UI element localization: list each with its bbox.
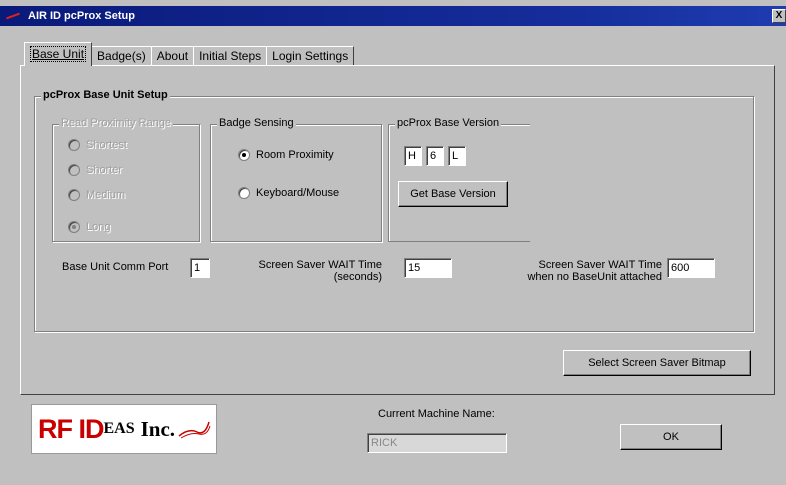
- wait-time-label-line2: (seconds): [333, 271, 382, 283]
- window-title: AIR ID pcProx Setup: [28, 10, 135, 22]
- radio-icon: [68, 164, 80, 176]
- machine-name-field: RICK: [367, 433, 507, 453]
- wait-time-field[interactable]: 15: [404, 258, 452, 278]
- setup-group-title: pcProx Base Unit Setup: [41, 89, 170, 101]
- app-icon: [6, 11, 22, 21]
- rfideas-logo: RF ID EAS Inc.: [31, 404, 217, 454]
- range-long-radio: Long: [68, 221, 110, 233]
- proximity-range-title: Read Proximity Range: [59, 117, 174, 129]
- base-version-title: pcProx Base Version: [395, 117, 502, 129]
- select-screen-saver-bitmap-button[interactable]: Select Screen Saver Bitmap: [563, 350, 751, 376]
- logo-rfid-text: RF ID: [38, 413, 104, 444]
- machine-name-label: Current Machine Name:: [378, 408, 495, 420]
- setup-dialog: AIR ID pcProx Setup X Base Unit Badge(s)…: [0, 0, 786, 485]
- wait-time-nobase-label-line2: when no BaseUnit attached: [527, 271, 662, 283]
- tab-badges[interactable]: Badge(s): [91, 46, 152, 66]
- wait-time-nobase-label: Screen Saver WAIT Time when no BaseUnit …: [480, 259, 662, 283]
- wait-time-label: Screen Saver WAIT Time (seconds): [226, 259, 382, 283]
- wait-time-nobase-field[interactable]: 600: [667, 258, 715, 278]
- badge-sensing-title: Badge Sensing: [217, 117, 296, 129]
- tab-strip: Base Unit Badge(s) About Initial Steps L…: [24, 42, 355, 66]
- tab-login-settings[interactable]: Login Settings: [266, 46, 355, 66]
- radio-icon: [68, 189, 80, 201]
- version-field-1[interactable]: H: [404, 146, 422, 166]
- radio-selected-icon: [68, 221, 80, 233]
- get-base-version-button[interactable]: Get Base Version: [398, 181, 508, 207]
- logo-inc-text: Inc.: [140, 416, 176, 441]
- version-field-2[interactable]: 6: [426, 146, 444, 166]
- tab-base-unit[interactable]: Base Unit: [24, 42, 93, 66]
- comm-port-label: Base Unit Comm Port: [62, 261, 169, 273]
- version-field-3[interactable]: L: [448, 146, 466, 166]
- tab-initial-steps[interactable]: Initial Steps: [193, 46, 268, 66]
- wait-time-label-line1: Screen Saver WAIT Time: [258, 259, 382, 271]
- badge-sensing-group: Badge Sensing: [210, 117, 382, 242]
- title-bar[interactable]: AIR ID pcProx Setup X: [0, 6, 786, 26]
- tab-about[interactable]: About: [150, 46, 195, 66]
- logo-swoosh-icon: [178, 421, 211, 439]
- radio-icon: [68, 139, 80, 151]
- radio-selected-icon: [238, 149, 250, 161]
- wait-time-nobase-label-line1: Screen Saver WAIT Time: [538, 259, 662, 271]
- range-medium-radio: Medium: [68, 189, 125, 201]
- range-shortest-radio: Shortest: [68, 139, 127, 151]
- radio-icon: [238, 187, 250, 199]
- comm-port-field[interactable]: 1: [190, 258, 210, 278]
- close-icon[interactable]: X: [772, 9, 786, 23]
- badge-room-proximity-radio[interactable]: Room Proximity: [238, 149, 334, 161]
- badge-keyboard-mouse-radio[interactable]: Keyboard/Mouse: [238, 187, 339, 199]
- ok-button[interactable]: OK: [620, 424, 722, 450]
- logo-eas-text: EAS: [103, 420, 135, 437]
- range-shorter-radio: Shorter: [68, 164, 122, 176]
